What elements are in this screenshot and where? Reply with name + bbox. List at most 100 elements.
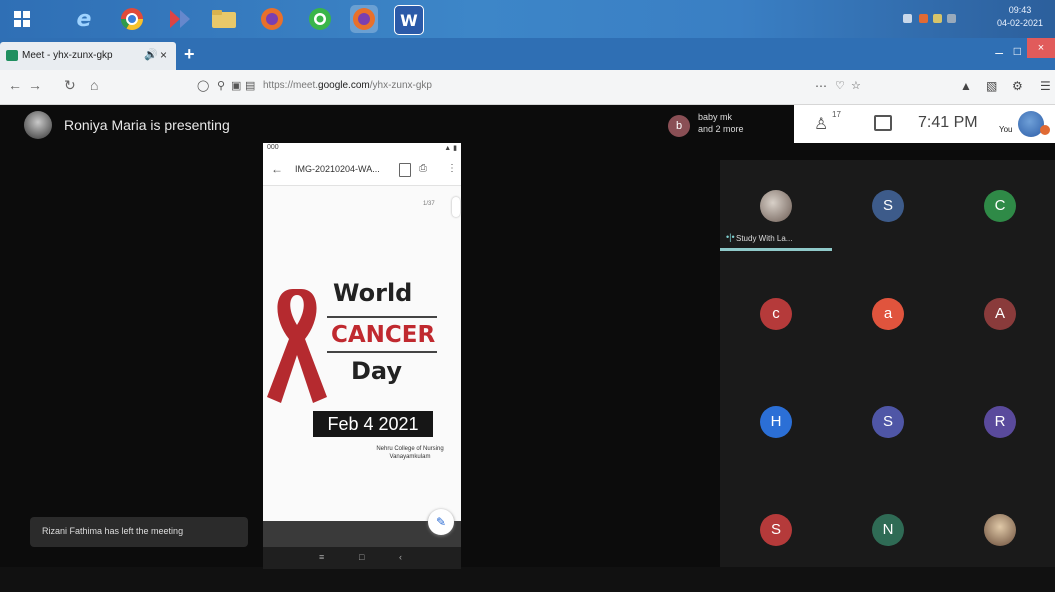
menu-icon[interactable]: ☰ [1040,79,1051,93]
participant-tile[interactable]: S [832,376,942,484]
back-icon[interactable]: ← [8,77,22,93]
chat-icon[interactable] [874,115,892,131]
presentation-screen: 000 ▲ ▮ ← IMG-20210204-WA... ⎙ ⋮ 1/37 Wo… [263,143,461,569]
avatar: S [872,190,904,222]
forward-icon[interactable]: → [28,77,42,93]
browser-tab-strip: Meet - yhx-zunx-gkp 🔊 × + – □ × [0,38,1055,70]
participant-grid: •|• Study With La... S C c a A H S R S N [720,160,1055,567]
page-indicator: 1/37 [423,201,435,207]
tray-icon[interactable] [903,14,912,23]
file-name: IMG-20210204-WA... [295,164,380,174]
media-icon[interactable] [166,5,194,33]
whatsapp-icon[interactable] [306,5,334,33]
minimize-icon[interactable]: – [995,44,1003,60]
back-arrow-icon: ← [271,162,283,176]
firefox-icon-active[interactable] [350,5,378,33]
edge-icon[interactable]: e [70,5,98,33]
participant-tile[interactable]: A [944,268,1054,376]
meeting-time: 7:41 PM [918,114,978,131]
speaker-icon[interactable]: 🔊 [144,48,158,61]
avatar: S [760,514,792,546]
presenter-status: Roniya Maria is presenting [64,117,230,133]
participant-tile[interactable]: H [720,376,830,484]
bookmark-star-icon[interactable]: ☆ [851,79,861,92]
meet-favicon-icon [6,50,18,61]
poster-title-world: World [333,279,413,307]
url-text[interactable]: https://meet.google.com/yhx-zunx-gkp [263,80,432,91]
folder-icon[interactable] [210,5,238,33]
shield-icon[interactable]: ◯ [197,79,209,92]
screen-share-icon[interactable]: ▤ [245,79,255,92]
sidebar-icon[interactable]: ▧ [986,79,997,93]
pocket-icon[interactable]: ♡ [835,79,845,92]
lock-icon[interactable]: ⚲ [217,79,225,92]
maximize-icon[interactable]: □ [1014,44,1021,58]
poster-title-day: Day [351,357,403,385]
participant-tile[interactable]: N [832,484,942,592]
speaker-more: and 2 more [698,124,744,134]
phone-recent-icon: ≡ [319,552,325,562]
people-count: 17 [832,110,841,119]
participant-tile[interactable]: S [832,160,942,268]
tray-icon[interactable] [933,14,942,23]
participant-tile[interactable]: C [944,160,1054,268]
notification-text: Rizani Fathima has left the meeting [42,526,184,536]
participant-tile[interactable]: •|• Study With La... [720,160,832,268]
people-icon[interactable]: ♙ [814,114,828,134]
avatar [760,190,792,222]
poster-title-cancer: CANCER [331,322,436,348]
avatar: S [872,406,904,438]
home-icon[interactable]: ⌂ [90,77,98,93]
avatar: c [760,298,792,330]
phone-status-bar: 000 ▲ ▮ [263,143,461,155]
address-bar[interactable]: ◯ ⚲ ▣ ▤ https://meet.google.com/yhx-zunx… [185,75,873,97]
participant-tile[interactable]: S [720,484,830,592]
chrome-icon[interactable] [118,5,146,33]
windows-taskbar: e W 09:43 04-02-2021 [0,0,1055,38]
scroll-handle [452,197,460,217]
print-icon: ⎙ [419,163,427,174]
new-tab-icon[interactable]: + [184,44,195,65]
window-close-icon[interactable]: × [1027,38,1055,58]
extension-icon[interactable]: ⚙ [1012,79,1023,93]
phone-app-bar: ← IMG-20210204-WA... ⎙ ⋮ [263,155,461,186]
more-vert-icon: ⋮ [447,163,457,174]
college-place: Vanayamkulam [389,454,431,460]
college-name: Nehru College of Nursing [376,446,444,452]
more-options-icon[interactable]: ⋯ [815,79,827,93]
avatar: R [984,406,1016,438]
awareness-ribbon-icon [267,289,327,403]
poster-divider [327,316,437,318]
poster-divider [327,351,437,353]
avatar: H [760,406,792,438]
clock-time: 09:43 [1008,5,1032,15]
system-clock[interactable]: 09:43 04-02-2021 [997,4,1043,30]
edit-pencil-icon: ✎ [428,509,454,535]
tray-icon[interactable] [947,14,956,23]
browser-toolbar: ← → ↻ ⌂ ◯ ⚲ ▣ ▤ https://meet.google.com/… [0,70,1055,105]
participant-tile[interactable] [944,484,1054,592]
avatar: C [984,190,1016,222]
tab-title: Meet - yhx-zunx-gkp [22,50,113,61]
tab-meet[interactable]: Meet - yhx-zunx-gkp 🔊 × [0,42,176,70]
active-speakers-label: baby mk and 2 more [698,111,778,135]
active-speaker-highlight [720,248,832,251]
word-icon[interactable]: W [394,5,424,35]
phone-back-icon: ‹ [399,552,402,562]
library-icon[interactable]: ▲ [960,79,972,93]
firefox-icon[interactable] [258,5,286,33]
windows-start-icon[interactable] [8,5,36,33]
participant-tile[interactable]: a [832,268,942,376]
system-tray: 09:43 04-02-2021 [885,0,1055,38]
participant-tile[interactable]: c [720,268,830,376]
close-tab-icon[interactable]: × [160,48,167,62]
camera-permission-icon[interactable]: ▣ [231,79,241,92]
tray-icon[interactable] [919,14,928,23]
phone-home-icon: □ [359,552,365,562]
participant-tile[interactable]: R [944,376,1054,484]
meet-top-bar: ♙ 17 7:41 PM You [794,105,1055,143]
reload-icon[interactable]: ↻ [64,77,76,94]
document-icon [399,163,411,177]
phone-status-left: 000 [267,144,279,151]
poster-date-box: Feb 4 2021 [313,411,433,437]
